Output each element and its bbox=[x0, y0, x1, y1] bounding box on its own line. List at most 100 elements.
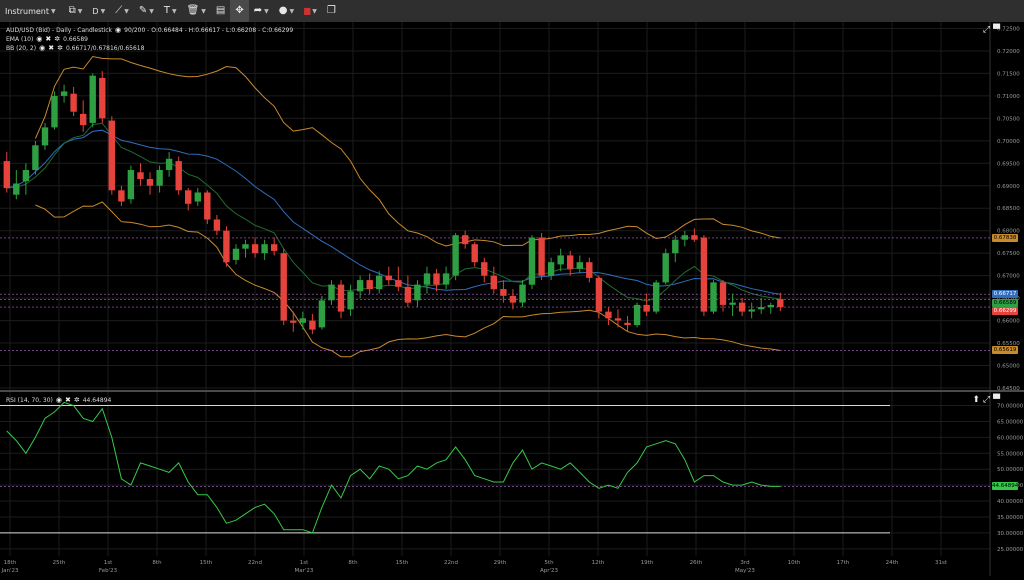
price-tag-ema: 0.66589 bbox=[992, 298, 1018, 307]
rsi-chart[interactable]: 70.00000 65.00000 60.00000 55.00000 50.00000… bbox=[0, 392, 1024, 576]
expand-icon[interactable]: ⤢ bbox=[983, 395, 990, 405]
price-axis-label: 0.70000 bbox=[997, 139, 1020, 145]
close-icon[interactable]: ✖ bbox=[65, 396, 71, 404]
candle-body bbox=[748, 309, 755, 312]
maximize-icon[interactable]: ▀ bbox=[993, 395, 1000, 405]
time-axis-label: 26th bbox=[690, 560, 703, 566]
trash-icon: 🗑 bbox=[186, 5, 200, 16]
time-axis-label: 15th bbox=[200, 560, 213, 566]
price-chart[interactable]: 0.72500 0.72000 0.71500 0.71000 0.70500 0.700… bbox=[0, 22, 1024, 392]
delete-button[interactable]: 🗑 ▼ bbox=[182, 0, 211, 22]
expand-icon[interactable]: ⤢ bbox=[983, 25, 990, 35]
candle-body bbox=[681, 235, 688, 240]
chevron-down-icon: ▼ bbox=[201, 7, 206, 15]
candle-body bbox=[624, 322, 631, 325]
rsi-panel[interactable]: 70.00000 65.00000 60.00000 55.00000 50.00000… bbox=[0, 392, 1024, 576]
theme-button[interactable]: ● ▼ bbox=[274, 0, 299, 22]
text-tool-button[interactable]: T ▼ bbox=[159, 0, 182, 22]
share-button[interactable]: ➦ ▼ bbox=[249, 0, 274, 22]
crosshair-button[interactable]: ✥ bbox=[230, 0, 249, 22]
chevron-down-icon: ▼ bbox=[312, 7, 317, 15]
candle-body bbox=[710, 282, 717, 312]
time-axis-label: 31st bbox=[935, 560, 948, 566]
pencil-icon: ✎ bbox=[138, 5, 148, 16]
rsi-axis-label: 65.00000 bbox=[997, 419, 1024, 425]
pencil-button[interactable]: ✎ ▼ bbox=[134, 0, 159, 22]
ema-legend: EMA (10) ◉ ✖ ✲ 0.66589 bbox=[6, 35, 88, 43]
language-button[interactable]: ▆ ▼ bbox=[299, 0, 322, 22]
candle-body bbox=[414, 284, 421, 301]
layout-button[interactable]: ▤ bbox=[211, 0, 230, 22]
line-tool-button[interactable]: ⟋ ▼ bbox=[110, 0, 134, 22]
window-button[interactable]: ❐ bbox=[322, 0, 341, 22]
panel-controls: ⤢ ▀ bbox=[983, 25, 1000, 35]
maximize-icon[interactable]: ▀ bbox=[993, 25, 1000, 35]
price-axis-label: 0.67500 bbox=[997, 251, 1020, 257]
window-icon: ❐ bbox=[326, 5, 336, 16]
close-icon[interactable]: ✖ bbox=[45, 35, 51, 43]
price-tag-bb-lower: 0.65619 bbox=[992, 346, 1018, 355]
candle-body bbox=[328, 284, 335, 301]
price-tag-close: 0.66299 bbox=[992, 307, 1018, 316]
candle-body bbox=[223, 230, 230, 263]
candle-body bbox=[700, 237, 708, 312]
price-axis-label: 0.72500 bbox=[997, 26, 1020, 32]
candle-body bbox=[185, 190, 192, 204]
bb-value: 0.66717/0.67816/0.65618 bbox=[65, 44, 145, 52]
chevron-down-icon: ▼ bbox=[171, 7, 177, 15]
instrument-selector[interactable]: Instrument ▼ bbox=[0, 0, 61, 22]
time-axis-label: 8th bbox=[152, 560, 162, 566]
bar-style-button[interactable]: ⧉ ▼ bbox=[61, 0, 88, 22]
time-axis-sublabel: May'23 bbox=[735, 568, 755, 574]
arrow-up-icon[interactable]: ⬆ bbox=[972, 395, 980, 405]
time-axis-label: 19th bbox=[641, 560, 654, 566]
bb-upper-line bbox=[34, 55, 781, 247]
toolbar: Instrument ▼ ⧉ ▼ D ▼ ⟋ ▼ ✎ ▼ T ▼ 🗑 ▼ ▤ ✥… bbox=[0, 0, 1024, 23]
candle-body bbox=[309, 320, 316, 330]
candle-body bbox=[462, 235, 469, 245]
timeframe-selector[interactable]: D ▼ bbox=[87, 0, 110, 22]
candle-body bbox=[80, 113, 87, 126]
rsi-axis-label: 25.00000 bbox=[997, 547, 1024, 553]
price-chart-panel[interactable]: 0.72500 0.72000 0.71500 0.71000 0.70500 0.700… bbox=[0, 22, 1024, 392]
bb-label: BB (20, 2) bbox=[6, 44, 37, 52]
time-axis-label: 5th bbox=[544, 560, 554, 566]
candle-body bbox=[60, 91, 68, 96]
candle-body bbox=[242, 244, 249, 249]
candle-body bbox=[175, 161, 182, 191]
price-tag-bb-upper: 0.67838 bbox=[992, 233, 1018, 242]
rsi-axis-label: 40.00000 bbox=[997, 499, 1024, 505]
time-axis-sublabel: Jan'23 bbox=[1, 568, 19, 574]
candle-body bbox=[738, 302, 746, 312]
candle-body bbox=[299, 318, 306, 323]
time-axis-sublabel: Apr'23 bbox=[540, 568, 559, 574]
eye-icon[interactable]: ◉ bbox=[39, 44, 45, 52]
rsi-axis-label: 60.00000 bbox=[997, 435, 1024, 441]
eye-icon[interactable]: ◉ bbox=[36, 35, 42, 43]
candle-body bbox=[41, 127, 49, 146]
rsi-axis-label: 70.00000 bbox=[997, 404, 1024, 410]
candle-body bbox=[452, 235, 459, 276]
candle-body bbox=[767, 304, 774, 308]
candle-body bbox=[347, 291, 354, 310]
candle-body bbox=[672, 239, 679, 254]
candle-body bbox=[261, 244, 268, 254]
line-tool-icon: ⟋ bbox=[115, 5, 123, 16]
instrument-label: Instrument bbox=[5, 6, 50, 16]
eye-icon[interactable]: ◉ bbox=[56, 396, 62, 404]
candle-body bbox=[137, 172, 144, 179]
time-axis-label: 1st bbox=[300, 560, 309, 566]
gear-icon[interactable]: ✲ bbox=[54, 35, 60, 43]
gear-icon[interactable]: ✲ bbox=[57, 44, 63, 52]
gear-icon[interactable]: ✲ bbox=[74, 396, 80, 404]
candle-body bbox=[433, 273, 440, 285]
candle-body bbox=[194, 192, 201, 202]
candle-body bbox=[557, 255, 564, 265]
rsi-axis-label: 35.00000 bbox=[997, 515, 1024, 521]
candle-body bbox=[156, 170, 163, 186]
price-axis-label: 0.71500 bbox=[997, 71, 1020, 77]
candle-body bbox=[567, 255, 574, 269]
eye-icon[interactable]: ◉ bbox=[115, 26, 121, 34]
close-icon[interactable]: ✖ bbox=[48, 44, 54, 52]
candle-body bbox=[337, 284, 345, 312]
